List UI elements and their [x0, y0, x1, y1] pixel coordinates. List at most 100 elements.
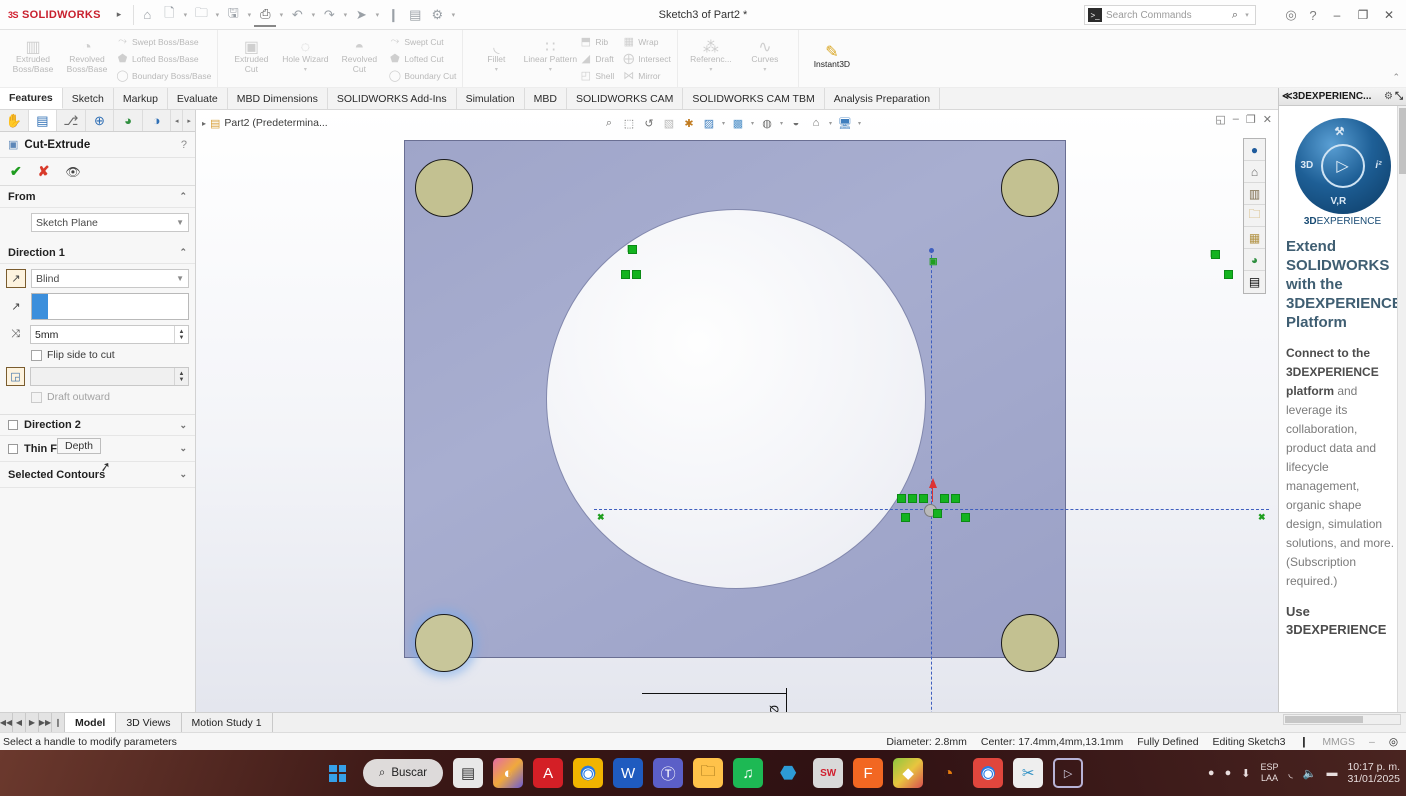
- reference-geometry-button[interactable]: ⁂ Referenc... ▾: [684, 39, 738, 75]
- battery-icon[interactable]: ▬: [1326, 767, 1337, 779]
- tab-solidworks-add-ins[interactable]: SOLIDWORKS Add-Ins: [328, 88, 457, 109]
- corner-hole-bottom-right[interactable]: [1001, 614, 1059, 672]
- taskbar-search-box[interactable]: ⌕ Buscar: [362, 759, 444, 787]
- draft-angle-input[interactable]: [31, 370, 174, 383]
- centerline-endpoint-top[interactable]: [929, 248, 934, 253]
- zoom-to-area-icon[interactable]: ⬚: [620, 114, 638, 132]
- part-body-face[interactable]: [404, 140, 1066, 672]
- chevron-up-icon[interactable]: ⌃: [179, 247, 187, 258]
- custom-properties-icon[interactable]: ▤: [1244, 271, 1265, 293]
- taskview-icon[interactable]: ▤: [453, 758, 484, 788]
- display-style-icon[interactable]: ▨: [700, 114, 718, 132]
- view-palette-icon[interactable]: ▦: [1244, 227, 1265, 249]
- swept-cut-button[interactable]: ⤳ Swept Cut: [388, 34, 456, 50]
- tab-simulation[interactable]: Simulation: [457, 88, 525, 109]
- view-settings-dropdown[interactable]: ▾: [827, 120, 834, 127]
- swept-boss-base-button[interactable]: ⤳ Swept Boss/Base: [116, 34, 211, 50]
- chrome2-icon[interactable]: ◉: [973, 758, 1004, 788]
- windows-start-button[interactable]: [323, 758, 353, 788]
- task-panel-scrollbar[interactable]: [1397, 106, 1406, 712]
- viewport-layout-icon[interactable]: 🖥: [836, 114, 854, 132]
- section-selected-contours-header[interactable]: Selected Contours ⌄: [0, 462, 195, 488]
- manager-tabs-right-scroll[interactable]: ▸: [183, 110, 195, 131]
- volume-icon[interactable]: 🔈: [1303, 767, 1317, 780]
- relation-marker-left[interactable]: ✖: [597, 512, 605, 523]
- configuration-manager-tab[interactable]: ⎇: [57, 110, 86, 131]
- sketch-relation-tag[interactable]: [621, 270, 630, 279]
- chevron-down-icon[interactable]: ⌄: [179, 469, 187, 480]
- lofted-cut-button[interactable]: ⬟ Lofted Cut: [388, 51, 456, 67]
- rib-button[interactable]: ⬒ Rib: [579, 34, 614, 50]
- 3dexperience-globe-icon[interactable]: ●: [1244, 139, 1265, 161]
- tab-nav-prev[interactable]: ◀: [13, 713, 26, 732]
- 3dexperience-icon[interactable]: ◎: [1280, 3, 1302, 27]
- help-icon[interactable]: ?: [181, 139, 187, 151]
- collapse-ribbon-icon[interactable]: ⌃: [1392, 72, 1400, 83]
- tab-nav-next[interactable]: ▶: [26, 713, 39, 732]
- instant3d-button[interactable]: ✎ Instant3D: [805, 45, 859, 70]
- tab-solidworks-cam[interactable]: SOLIDWORKS CAM: [567, 88, 684, 109]
- close-doc-icon[interactable]: ✕: [1263, 113, 1272, 126]
- media-player-icon[interactable]: ▷: [1053, 758, 1084, 788]
- tray-app-3-icon[interactable]: ⬇: [1241, 767, 1250, 780]
- gear-icon[interactable]: ⚙: [1384, 91, 1393, 102]
- language-indicator[interactable]: ESP LAA: [1260, 762, 1278, 784]
- relation-marker-top[interactable]: ▣: [929, 256, 938, 267]
- solidworks-icon[interactable]: SW: [813, 758, 844, 788]
- hide-show-items-icon[interactable]: ▩: [729, 114, 747, 132]
- vscode-icon[interactable]: ⬣: [773, 758, 803, 788]
- end-condition-select[interactable]: Blind ▼: [31, 269, 189, 288]
- widgets-icon[interactable]: ◐: [493, 758, 524, 788]
- sketch-relation-tag[interactable]: [961, 513, 970, 522]
- adobe-acrobat-icon[interactable]: A: [533, 758, 564, 788]
- mirror-button[interactable]: ⋈ Mirror: [622, 68, 671, 84]
- status-units-dropdown[interactable]: –: [1369, 736, 1375, 748]
- boundary-boss-base-button[interactable]: ◯ Boundary Boss/Base: [116, 68, 211, 84]
- revolved-boss-base-button[interactable]: ◔ Revolved Boss/Base: [60, 40, 114, 75]
- task-panel-scroll-thumb[interactable]: [1399, 108, 1406, 174]
- blender-icon[interactable]: ◔: [933, 758, 963, 788]
- section-direction2-header[interactable]: Direction 2 ⌄: [0, 414, 195, 436]
- accept-button[interactable]: ✔: [10, 163, 22, 180]
- depth-spinner[interactable]: ▲ ▼: [174, 326, 188, 343]
- spotify-icon[interactable]: ♫: [733, 758, 764, 788]
- fillet-button[interactable]: ◟ Fillet ▾: [469, 39, 523, 75]
- previous-view-icon[interactable]: ↺: [640, 114, 658, 132]
- horizontal-scrollbar[interactable]: [1283, 714, 1401, 725]
- tab-analysis-preparation[interactable]: Analysis Preparation: [825, 88, 941, 109]
- home-icon[interactable]: ⌂: [1244, 161, 1265, 183]
- linear-pattern-button[interactable]: ∷ Linear Pattern ▾: [523, 39, 577, 75]
- sketch-relation-tag[interactable]: [897, 494, 906, 503]
- status-overlay-icon[interactable]: ◎: [1389, 736, 1398, 748]
- property-manager-tab[interactable]: ▤: [28, 110, 58, 131]
- reverse-direction-button[interactable]: ↗: [6, 269, 26, 288]
- section-direction1-header[interactable]: Direction 1 ⌃: [0, 242, 195, 264]
- chevron-up-icon[interactable]: ⌃: [179, 191, 187, 202]
- appearances-tab[interactable]: ◑: [143, 110, 172, 131]
- sketch-relation-tag[interactable]: [628, 245, 637, 254]
- sketch-relation-tag[interactable]: [919, 494, 928, 503]
- chevron-down-icon[interactable]: ⌄: [179, 420, 187, 431]
- sketch-relation-tag[interactable]: [632, 270, 641, 279]
- word-icon[interactable]: W: [613, 758, 644, 788]
- dimxpert-manager-tab[interactable]: ⊕: [86, 110, 115, 131]
- restore-doc-icon[interactable]: ❐: [1246, 113, 1256, 126]
- tray-app-2-icon[interactable]: ●: [1225, 767, 1232, 779]
- curves-dropdown[interactable]: ▾: [763, 65, 766, 75]
- corner-hole-top-right[interactable]: [1001, 159, 1059, 217]
- minimize-doc-icon[interactable]: –: [1233, 113, 1239, 126]
- direction-reference-field[interactable]: [31, 293, 189, 320]
- corner-hole-top-left[interactable]: [415, 159, 473, 217]
- draft-button[interactable]: ◢ Draft: [579, 51, 614, 67]
- relation-marker-right[interactable]: ✖: [1258, 512, 1266, 523]
- tab-evaluate[interactable]: Evaluate: [168, 88, 228, 109]
- manager-tabs-left-scroll[interactable]: ◂: [171, 110, 184, 131]
- sketch-relation-tag[interactable]: [951, 494, 960, 503]
- sketch-relation-tag[interactable]: [940, 494, 949, 503]
- depth-field[interactable]: ▲▼: [30, 325, 189, 344]
- flip-side-to-cut-checkbox[interactable]: [31, 349, 42, 361]
- fillet-dropdown[interactable]: ▾: [495, 65, 498, 75]
- close-button[interactable]: ✕: [1376, 2, 1402, 28]
- chevron-down-icon[interactable]: ⌄: [179, 443, 187, 454]
- search-dropdown[interactable]: ▾: [1242, 11, 1252, 19]
